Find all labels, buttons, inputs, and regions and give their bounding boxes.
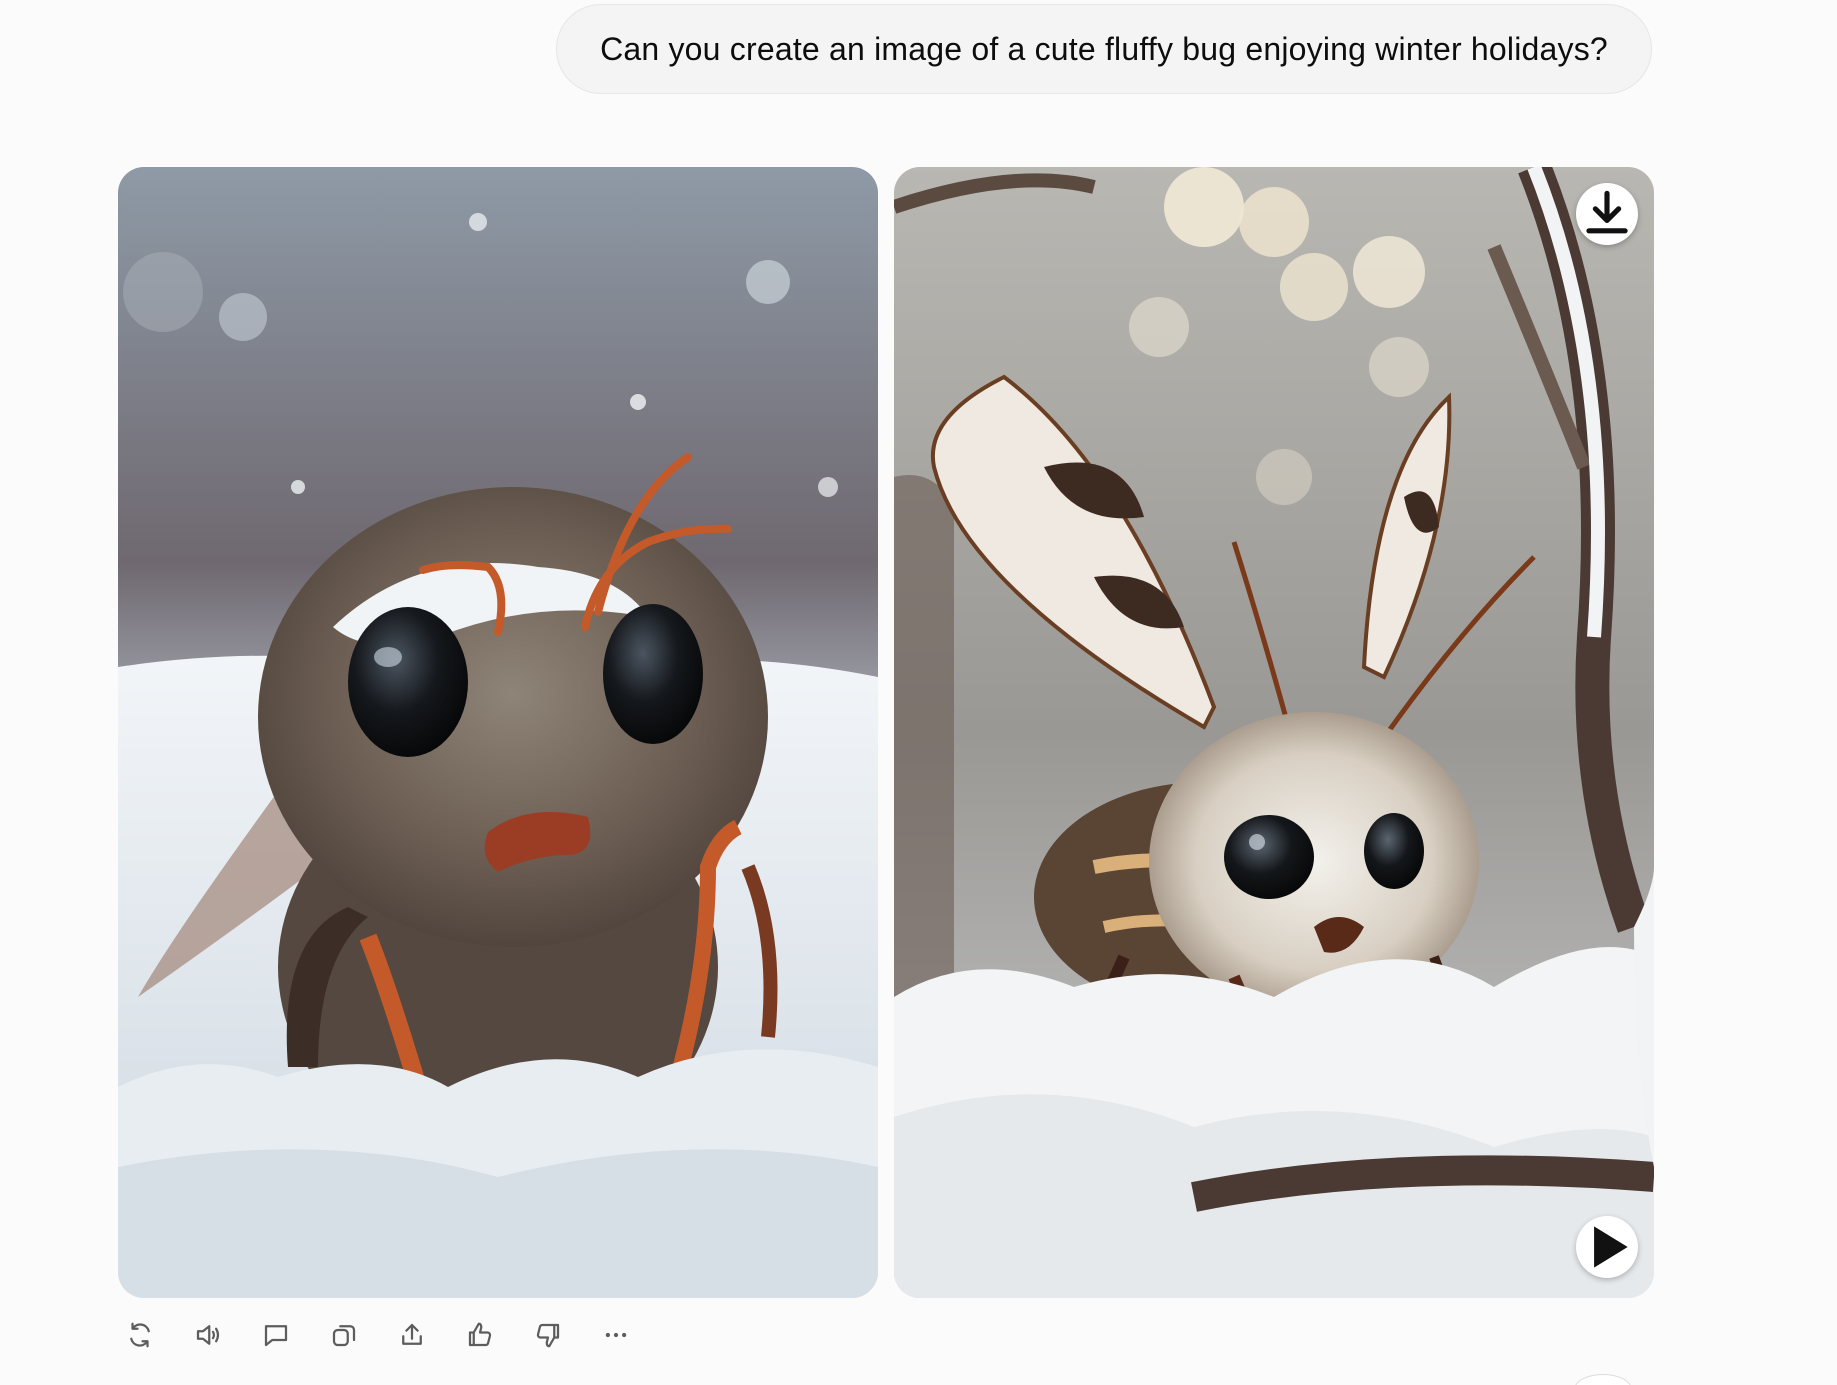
more-options-button[interactable] — [594, 1313, 638, 1357]
refresh-icon — [130, 1322, 150, 1348]
generated-image-1[interactable] — [118, 167, 878, 1298]
more-icon — [605, 1332, 627, 1338]
download-icon — [1586, 190, 1628, 234]
user-message-bubble: Can you create an image of a cute fluffy… — [556, 4, 1652, 94]
read-aloud-button[interactable] — [186, 1313, 230, 1357]
scroll-button-edge[interactable] — [1574, 1374, 1632, 1385]
chat-icon — [264, 1325, 288, 1347]
regenerate-button[interactable] — [118, 1313, 162, 1357]
copy-icon — [332, 1325, 356, 1347]
copy-button[interactable] — [322, 1313, 366, 1357]
speaker-icon — [196, 1325, 220, 1345]
share-button[interactable] — [390, 1313, 434, 1357]
comment-button[interactable] — [254, 1313, 298, 1357]
fluffy-bug-snow-picture — [118, 167, 878, 1298]
bad-response-button[interactable] — [526, 1313, 570, 1357]
play-button[interactable] — [1576, 1216, 1638, 1278]
good-response-button[interactable] — [458, 1313, 502, 1357]
winged-bug-branch-picture — [894, 167, 1654, 1298]
thumbs-up-icon — [468, 1322, 492, 1347]
user-message-text: Can you create an image of a cute fluffy… — [600, 30, 1608, 67]
message-action-bar — [118, 1310, 638, 1360]
thumbs-down-icon — [536, 1323, 560, 1348]
generated-image-2[interactable] — [894, 167, 1654, 1298]
download-image-button[interactable] — [1576, 183, 1638, 245]
share-icon — [402, 1323, 422, 1345]
play-icon — [1594, 1226, 1628, 1268]
chat-page: Can you create an image of a cute fluffy… — [0, 0, 1837, 1385]
